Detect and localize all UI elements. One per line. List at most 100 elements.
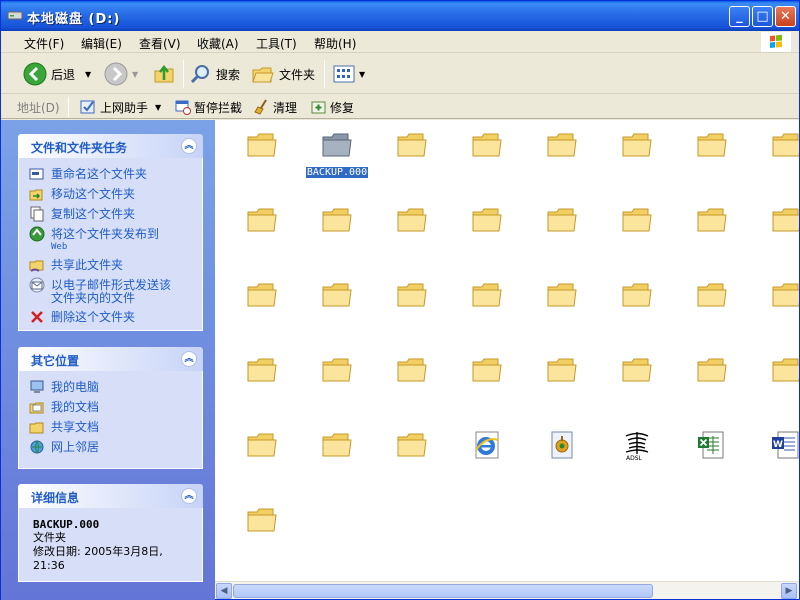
file-tasks-header[interactable]: 文件和文件夹任务 ︽ bbox=[18, 134, 203, 158]
link-cleanup[interactable]: 清理 bbox=[254, 98, 297, 116]
folder-icon bbox=[245, 428, 279, 465]
search-label: 搜索 bbox=[216, 67, 241, 82]
menu-favorites[interactable]: 收藏(A) bbox=[197, 35, 239, 52]
place-my-computer[interactable]: 我的电脑 bbox=[29, 379, 192, 395]
file-item[interactable] bbox=[307, 278, 367, 338]
minimize-button[interactable]: _ bbox=[729, 6, 750, 27]
copy-icon bbox=[30, 206, 44, 222]
rename-icon bbox=[29, 168, 44, 180]
file-item[interactable] bbox=[457, 128, 517, 188]
link-assistant[interactable]: 上网助手 ▼ bbox=[79, 98, 161, 116]
menu-help[interactable]: 帮助(H) bbox=[314, 35, 356, 52]
file-item[interactable] bbox=[457, 353, 517, 413]
folder-icon bbox=[545, 353, 579, 390]
file-item[interactable] bbox=[682, 203, 742, 263]
file-item[interactable] bbox=[607, 353, 667, 413]
file-item[interactable] bbox=[532, 278, 592, 338]
file-item[interactable] bbox=[607, 278, 667, 338]
file-item[interactable] bbox=[232, 203, 292, 263]
forward-button[interactable]: ▼ bbox=[104, 61, 138, 87]
file-item[interactable]: ADSL bbox=[607, 428, 667, 488]
search-button[interactable]: 搜索 bbox=[190, 61, 240, 87]
menu-edit[interactable]: 编辑(E) bbox=[81, 35, 122, 52]
scroll-right-icon[interactable]: ▶ bbox=[781, 583, 797, 599]
file-item[interactable] bbox=[457, 203, 517, 263]
file-item[interactable] bbox=[757, 278, 799, 338]
file-item[interactable] bbox=[682, 353, 742, 413]
place-shared-documents[interactable]: 共享文档 bbox=[29, 419, 192, 435]
file-item[interactable] bbox=[607, 203, 667, 263]
details-panel: 详细信息 ︽ BACKUP.000 文件夹 修改日期: 2005年3月8日, 2… bbox=[18, 484, 203, 582]
back-dropdown-icon[interactable]: ▼ bbox=[85, 70, 91, 79]
back-button[interactable]: 后退 ▼ bbox=[23, 61, 91, 87]
collapse-icon[interactable]: ︽ bbox=[181, 138, 197, 154]
task-email[interactable]: 以电子邮件形式发送该文件夹内的文件 bbox=[29, 277, 192, 305]
file-item[interactable] bbox=[532, 203, 592, 263]
collapse-icon[interactable]: ︽ bbox=[181, 488, 197, 504]
file-item[interactable] bbox=[532, 353, 592, 413]
menu-file[interactable]: 文件(F) bbox=[24, 35, 64, 52]
title-bar[interactable]: 本地磁盘 (D:) _ □ ✕ bbox=[1, 1, 799, 31]
details-header[interactable]: 详细信息 ︽ bbox=[18, 484, 203, 508]
task-rename[interactable]: 重命名这个文件夹 bbox=[29, 166, 192, 182]
task-delete[interactable]: 删除这个文件夹 bbox=[29, 309, 192, 325]
task-share[interactable]: 共享此文件夹 bbox=[29, 257, 192, 273]
horizontal-scrollbar[interactable]: ◀ ▶ bbox=[215, 581, 799, 599]
folder-icon bbox=[395, 128, 429, 165]
file-item[interactable] bbox=[682, 428, 742, 488]
task-copy[interactable]: 复制这个文件夹 bbox=[29, 206, 192, 222]
menu-view[interactable]: 查看(V) bbox=[139, 35, 181, 52]
place-my-documents[interactable]: 我的文档 bbox=[29, 399, 192, 415]
up-folder-button[interactable] bbox=[153, 61, 177, 87]
file-item[interactable] bbox=[532, 428, 592, 488]
file-item[interactable] bbox=[232, 353, 292, 413]
file-item[interactable] bbox=[382, 278, 442, 338]
place-network[interactable]: 网上邻居 bbox=[29, 439, 192, 455]
file-item[interactable] bbox=[607, 128, 667, 188]
file-item[interactable] bbox=[382, 353, 442, 413]
details-item-name: BACKUP.000 bbox=[33, 518, 100, 531]
scrollbar-thumb[interactable] bbox=[233, 584, 653, 598]
file-item[interactable] bbox=[232, 503, 292, 563]
link-repair-label: 修复 bbox=[330, 100, 355, 115]
address-separator bbox=[68, 97, 69, 117]
menu-tools[interactable]: 工具(T) bbox=[256, 35, 297, 52]
file-item[interactable] bbox=[232, 428, 292, 488]
collapse-icon[interactable]: ︽ bbox=[181, 351, 197, 367]
file-item[interactable] bbox=[682, 278, 742, 338]
other-places-header[interactable]: 其它位置 ︽ bbox=[18, 347, 203, 371]
folders-button[interactable]: 文件夹 bbox=[251, 61, 315, 87]
file-item[interactable] bbox=[232, 278, 292, 338]
file-item[interactable] bbox=[382, 428, 442, 488]
file-item[interactable]: BACKUP.000 bbox=[305, 128, 369, 188]
file-item[interactable] bbox=[307, 428, 367, 488]
file-item[interactable] bbox=[757, 353, 799, 413]
file-item[interactable] bbox=[307, 353, 367, 413]
file-tasks-title: 文件和文件夹任务 bbox=[31, 141, 128, 155]
word-file-icon: W bbox=[770, 428, 799, 465]
file-item[interactable] bbox=[232, 128, 292, 188]
file-item[interactable] bbox=[457, 428, 517, 488]
forward-dropdown-icon[interactable]: ▼ bbox=[132, 70, 138, 79]
file-item[interactable] bbox=[307, 203, 367, 263]
close-button[interactable]: ✕ bbox=[775, 6, 796, 27]
link-pause-block[interactable]: 暂停拦截 bbox=[175, 98, 242, 116]
views-dropdown-icon[interactable]: ▼ bbox=[359, 70, 365, 79]
scroll-left-icon[interactable]: ◀ bbox=[216, 583, 232, 599]
file-item[interactable] bbox=[682, 128, 742, 188]
file-item[interactable] bbox=[757, 128, 799, 188]
file-view[interactable]: BACKUP.000 ADSL W bbox=[215, 120, 799, 581]
my-computer-icon bbox=[30, 380, 44, 393]
maximize-button[interactable]: □ bbox=[752, 6, 773, 27]
file-item[interactable] bbox=[382, 128, 442, 188]
file-item[interactable] bbox=[757, 203, 799, 263]
task-move[interactable]: 移动这个文件夹 bbox=[29, 186, 192, 202]
link-assistant-dropdown-icon[interactable]: ▼ bbox=[155, 103, 161, 112]
link-repair[interactable]: 修复 bbox=[311, 98, 354, 116]
file-item[interactable] bbox=[457, 278, 517, 338]
task-publish-web[interactable]: 将这个文件夹发布到 Web bbox=[29, 226, 192, 253]
file-item[interactable] bbox=[382, 203, 442, 263]
views-button[interactable]: ▼ bbox=[333, 61, 365, 87]
file-item[interactable] bbox=[532, 128, 592, 188]
file-item[interactable]: W bbox=[757, 428, 799, 488]
